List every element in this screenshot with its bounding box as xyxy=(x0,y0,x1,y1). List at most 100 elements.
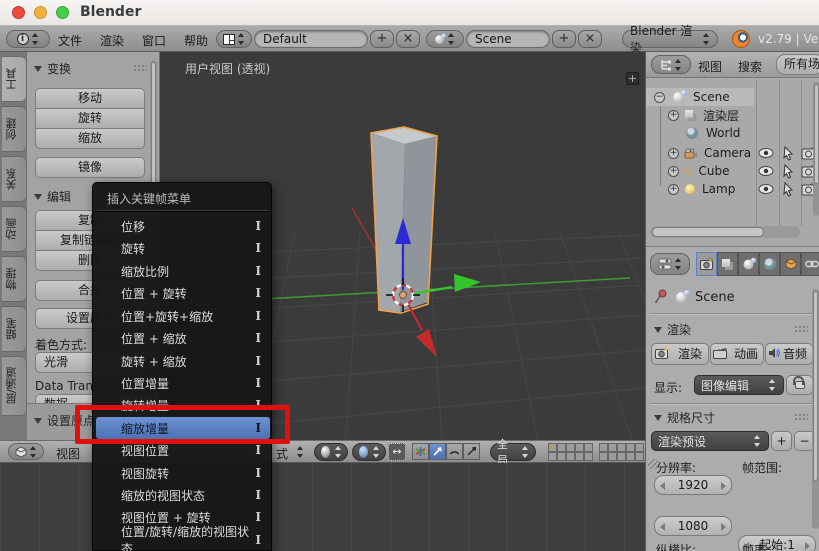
layer-cell-active[interactable] xyxy=(548,443,557,452)
rotate-button[interactable]: 旋转 xyxy=(35,108,145,128)
manipulator-scale-icon[interactable] xyxy=(463,443,480,460)
menu-help[interactable]: 帮助 xyxy=(184,32,208,49)
row-label[interactable]: Scene xyxy=(693,90,730,104)
move-button[interactable]: 移动 xyxy=(35,88,145,108)
display-mode-dropdown[interactable]: 图像编辑 xyxy=(694,375,784,395)
tab-world[interactable] xyxy=(759,252,780,276)
menu-item-locrotscale[interactable]: 位置+旋转+缩放 I xyxy=(96,305,270,327)
scrollbar-thumb[interactable] xyxy=(652,227,764,237)
dimensions-panel-header[interactable]: 规格尺寸 xyxy=(654,409,715,426)
manipulator-rotate-icon[interactable] xyxy=(446,443,463,460)
screen-layout-selector[interactable] xyxy=(216,30,252,48)
expand-icon[interactable]: + xyxy=(668,183,679,195)
window-minimize-button[interactable] xyxy=(34,6,47,19)
outliner-row-cube[interactable]: + ▽ Cube xyxy=(646,162,729,180)
tab-grease-pencil[interactable]: 蜡笔 xyxy=(2,306,27,352)
menu-render[interactable]: 渲染 xyxy=(100,32,124,49)
row-label[interactable]: Lamp xyxy=(702,182,735,196)
pin-icon[interactable] xyxy=(654,289,668,305)
outliner-hscrollbar[interactable] xyxy=(650,226,800,238)
add-preset-button[interactable]: + xyxy=(771,431,792,451)
tab-animation[interactable]: 动画 xyxy=(2,206,27,252)
menu-item-delta-location[interactable]: 位置增量 I xyxy=(96,372,270,394)
properties-vscrollbar[interactable] xyxy=(812,289,819,529)
transform-panel-header[interactable]: 变换 xyxy=(34,60,71,77)
tab-render-layers[interactable] xyxy=(717,252,738,276)
outliner-type-selector[interactable] xyxy=(651,55,691,74)
layout-name-field[interactable]: Default xyxy=(254,30,368,48)
row-label[interactable]: Cube xyxy=(698,164,729,178)
panel-drag-dots-icon[interactable] xyxy=(794,325,808,333)
tab-layers-channels[interactable]: 层/通道 xyxy=(2,356,27,416)
menu-item-visual-scaling[interactable]: 缩放的视图状态 I xyxy=(96,484,270,506)
resolution-y-stepper[interactable]: 1080 xyxy=(654,516,732,536)
render-panel-header[interactable]: 渲染 xyxy=(654,321,691,338)
scene-name-field[interactable]: Scene xyxy=(466,30,550,48)
region-expand-icon[interactable]: + xyxy=(626,72,639,85)
resolution-x-stepper[interactable]: 1920 xyxy=(654,475,732,495)
scrollbar-thumb[interactable] xyxy=(813,291,818,481)
scale-button[interactable]: 缩放 xyxy=(35,128,145,149)
breadcrumb-scene[interactable]: Scene xyxy=(695,290,735,305)
collapse-icon[interactable]: − xyxy=(654,91,665,103)
manipulator-translate-icon[interactable] xyxy=(429,443,446,460)
expand-icon[interactable]: + xyxy=(668,147,679,159)
row-label[interactable]: Camera xyxy=(704,146,751,160)
menu-item-scaling[interactable]: 缩放比例 I xyxy=(96,260,270,282)
row-label[interactable]: 渲染层 xyxy=(703,107,739,124)
scene-selector[interactable] xyxy=(426,30,464,48)
scrollbar-thumb[interactable] xyxy=(814,84,819,184)
viewport-shading-selector[interactable] xyxy=(314,443,348,461)
tab-scene[interactable] xyxy=(738,252,759,276)
tab-physics[interactable]: 物理 xyxy=(2,256,27,302)
delete-scene-button[interactable]: × xyxy=(578,30,602,48)
window-close-button[interactable] xyxy=(12,6,25,19)
delete-layout-button[interactable]: × xyxy=(396,30,420,48)
menu-window[interactable]: 窗口 xyxy=(142,32,166,49)
layers-grid-right[interactable] xyxy=(599,443,644,461)
manipulator-toggle-axis-icon[interactable] xyxy=(412,443,429,460)
outliner-filter-dropdown[interactable]: 所有场 xyxy=(776,54,819,75)
menu-item-rotscale[interactable]: 旋转 + 缩放 I xyxy=(96,350,270,372)
restrict-columns[interactable] xyxy=(758,144,818,200)
menu-item-location[interactable]: 位移 I xyxy=(96,215,270,237)
expand-icon[interactable]: + xyxy=(668,165,679,177)
menu-item-visual-rotation[interactable]: 视图旋转 I xyxy=(96,462,270,484)
proportional-edit-selector[interactable] xyxy=(352,443,386,461)
layers-grid-left[interactable] xyxy=(548,443,593,461)
corner-grip-icon[interactable] xyxy=(648,459,658,469)
panel-drag-dots-icon[interactable] xyxy=(794,413,808,421)
lock-interface-button[interactable] xyxy=(786,375,813,395)
tab-object[interactable] xyxy=(780,252,801,276)
menu-item-locscale[interactable]: 位置 + 缩放 I xyxy=(96,327,270,349)
window-maximize-button[interactable] xyxy=(56,6,69,19)
tab-constraints[interactable] xyxy=(801,252,819,276)
editor-type-selector[interactable]: i xyxy=(6,30,50,48)
properties-type-selector[interactable] xyxy=(650,253,690,275)
expand-icon[interactable]: + xyxy=(668,109,679,121)
view-menu[interactable]: 视图 xyxy=(56,445,80,462)
mode-selector[interactable] xyxy=(8,443,44,460)
add-scene-button[interactable]: + xyxy=(552,30,576,48)
panel-drag-dots-icon[interactable] xyxy=(133,64,147,72)
render-presets-dropdown[interactable]: 渲染预设 xyxy=(651,431,769,451)
tab-tools[interactable]: 工具 xyxy=(2,56,27,102)
outliner-row-renderlayers[interactable]: + 渲染层 xyxy=(646,106,739,124)
outliner-row-scene[interactable]: − Scene xyxy=(646,88,754,106)
outliner-search-menu[interactable]: 搜索 xyxy=(738,58,762,75)
outliner-row-world[interactable]: World xyxy=(646,124,740,142)
outliner-row-lamp[interactable]: + Lamp xyxy=(646,180,735,198)
outliner-row-camera[interactable]: + Camera xyxy=(646,144,751,162)
outliner-view-menu[interactable]: 视图 xyxy=(698,58,722,75)
menu-file[interactable]: 文件 xyxy=(58,32,82,49)
row-label[interactable]: World xyxy=(706,126,740,140)
mirror-button[interactable]: 镜像 xyxy=(35,157,145,178)
outliner-vscrollbar[interactable] xyxy=(813,82,819,216)
transform-orientation-selector[interactable]: 全局 xyxy=(490,438,536,467)
tab-relations[interactable]: 关系 xyxy=(2,156,27,202)
stepper-arrows-icon[interactable] xyxy=(296,446,305,458)
proportional-falloff-icon[interactable]: ↔ xyxy=(388,443,406,461)
tab-create[interactable]: 创建 xyxy=(2,106,27,152)
render-engine-selector[interactable]: Blender 渲染 xyxy=(622,24,718,55)
tab-render[interactable] xyxy=(696,252,717,276)
